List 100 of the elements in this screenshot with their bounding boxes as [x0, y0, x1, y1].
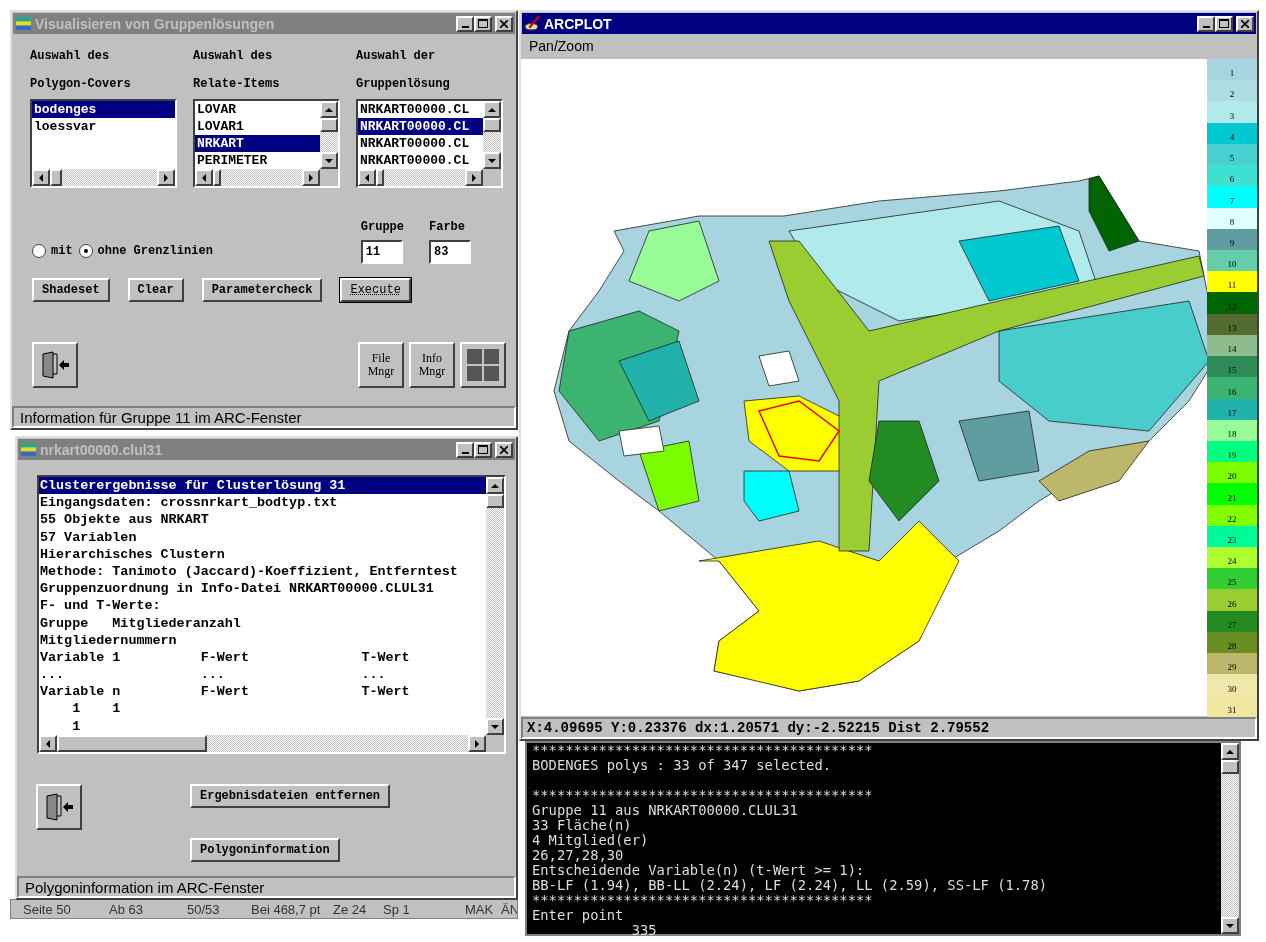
window-title: Visualisieren von Gruppenlösungen [35, 15, 276, 32]
text-line: 55 Objekte aus NRKART [39, 511, 210, 529]
text-line: 57 Variablen [39, 528, 138, 546]
menu-item[interactable]: Pan/Zoom [529, 38, 594, 56]
list-item[interactable]: NRKART00000.CL [358, 135, 483, 152]
scrollbar-thumb[interactable] [486, 494, 504, 508]
scrollbar-thumb[interactable] [57, 735, 207, 752]
text-line: Hierarchisches Clustern [39, 545, 226, 563]
list-box[interactable]: NRKART00000.CL NRKART00000.CL NRKART00000.CL NRKART00000.CL [356, 99, 503, 188]
field-label: Gruppe [360, 220, 404, 234]
scrollbar-thumb[interactable] [320, 118, 338, 132]
scroll-left-button[interactable] [195, 169, 213, 186]
legend-swatch: 14 [1207, 334, 1257, 357]
push-button[interactable]: Polygoninformation [190, 838, 340, 862]
console-line: Enter point [532, 908, 625, 923]
console-line: BODENGES polys : 33 of 347 selected. [532, 758, 833, 773]
list-item[interactable]: NRKART [195, 135, 320, 152]
legend-swatch: 21 [1207, 483, 1257, 505]
close-button[interactable] [1236, 15, 1254, 32]
scroll-right-button[interactable] [157, 169, 175, 186]
push-button[interactable]: Shadeset [32, 278, 110, 302]
status-text: Sp 1 [383, 901, 411, 917]
status-text: MAK [465, 901, 495, 917]
scrollbar-corner [483, 169, 501, 186]
list-item[interactable]: NRKART00000.CL [358, 118, 483, 135]
list-item[interactable]: LOVAR1 [195, 118, 320, 135]
radio-option[interactable]: ohne Grenzlinien [78, 244, 213, 258]
exit-button[interactable] [36, 784, 82, 830]
text-line: F- und T-Werte: [39, 597, 162, 615]
legend-swatch: 4 [1207, 122, 1257, 144]
list-item[interactable]: NRKART00000.CL [358, 101, 483, 118]
scroll-up-button[interactable] [1221, 743, 1239, 760]
list-item[interactable]: LOVAR [195, 101, 320, 118]
legend-swatch: 29 [1207, 653, 1257, 675]
legend-swatch: 31 [1207, 695, 1257, 717]
maximize-button[interactable] [1215, 15, 1233, 32]
input-field[interactable]: 11 [360, 240, 403, 264]
status-bar: Polygoninformation im ARC-Fenster [17, 876, 516, 898]
legend-swatch: 19 [1207, 440, 1257, 463]
scrollbar-track[interactable] [32, 169, 175, 186]
legend-swatch: 5 [1207, 143, 1257, 166]
exit-button[interactable] [32, 342, 78, 388]
scrollbar-corner [320, 169, 338, 186]
list-item[interactable]: loessvar [32, 118, 175, 135]
console-line: 335 [630, 923, 658, 938]
push-button[interactable]: Execute [340, 278, 411, 302]
map-canvas[interactable] [521, 59, 1207, 716]
maximize-button[interactable] [474, 15, 492, 32]
scroll-down-button[interactable] [486, 718, 504, 735]
minimize-button[interactable] [1197, 15, 1215, 32]
pen-icon [524, 15, 541, 32]
scroll-up-button[interactable] [320, 101, 338, 118]
scrollbar-thumb[interactable] [483, 118, 501, 132]
scroll-left-button[interactable] [39, 735, 57, 752]
scrollbar-track[interactable] [1221, 743, 1239, 934]
grid-icon [466, 348, 500, 382]
list-box[interactable]: bodenges loessvar [30, 99, 177, 188]
manager-button[interactable]: Info Mngr [409, 342, 455, 388]
push-button[interactable]: Parametercheck [201, 278, 323, 302]
close-button[interactable] [495, 15, 513, 32]
maximize-button[interactable] [474, 441, 492, 458]
input-field[interactable]: 83 [429, 240, 471, 264]
scrollbar-thumb[interactable] [376, 169, 384, 186]
scroll-right-button[interactable] [468, 735, 486, 752]
grid-button[interactable] [460, 342, 506, 388]
list-item[interactable]: bodenges [32, 101, 175, 118]
text-list[interactable] [37, 475, 506, 754]
minimize-button[interactable] [456, 15, 474, 32]
list-item[interactable]: NRKART00000.CL [358, 152, 483, 169]
legend-swatch: 15 [1207, 356, 1257, 378]
close-button[interactable] [495, 441, 513, 458]
scrollbar-thumb[interactable] [50, 169, 62, 186]
scroll-left-button[interactable] [32, 169, 50, 186]
scroll-left-button[interactable] [358, 169, 376, 186]
legend-swatch: 11 [1207, 271, 1257, 293]
legend-swatch: 28 [1207, 631, 1257, 654]
scroll-up-button[interactable] [486, 477, 504, 494]
legend-swatch: 1 [1207, 59, 1257, 81]
minimize-button[interactable] [456, 441, 474, 458]
legend-swatch: 2 [1207, 80, 1257, 102]
scroll-down-button[interactable] [1221, 917, 1239, 934]
status-text: Bei 468,7 pt [251, 901, 322, 917]
scrollbar-thumb[interactable] [1221, 760, 1239, 774]
console-line: Gruppe 11 aus NRKART00000.CLUL31 [532, 803, 799, 818]
scrollbar-thumb[interactable] [213, 169, 221, 186]
list-heading: Auswahl der Gruppenlösung [356, 49, 450, 91]
push-button[interactable]: Ergebnisdateien entfernen [190, 784, 391, 808]
scroll-down-button[interactable] [483, 152, 501, 169]
scroll-right-button[interactable] [465, 169, 483, 186]
list-box[interactable]: LOVAR LOVAR1 NRKART PERIMETER [193, 99, 340, 188]
scroll-down-button[interactable] [320, 152, 338, 169]
list-item[interactable]: PERIMETER [195, 152, 320, 169]
manager-button[interactable]: File Mngr [358, 342, 404, 388]
legend-swatch: 8 [1207, 207, 1257, 229]
scroll-right-button[interactable] [302, 169, 320, 186]
radio-option[interactable]: mit [32, 244, 73, 258]
legend-swatch: 22 [1207, 504, 1257, 526]
push-button[interactable]: Clear [127, 278, 184, 302]
scroll-up-button[interactable] [483, 101, 501, 118]
console-line: 4 Mitglied(er) [532, 833, 650, 848]
